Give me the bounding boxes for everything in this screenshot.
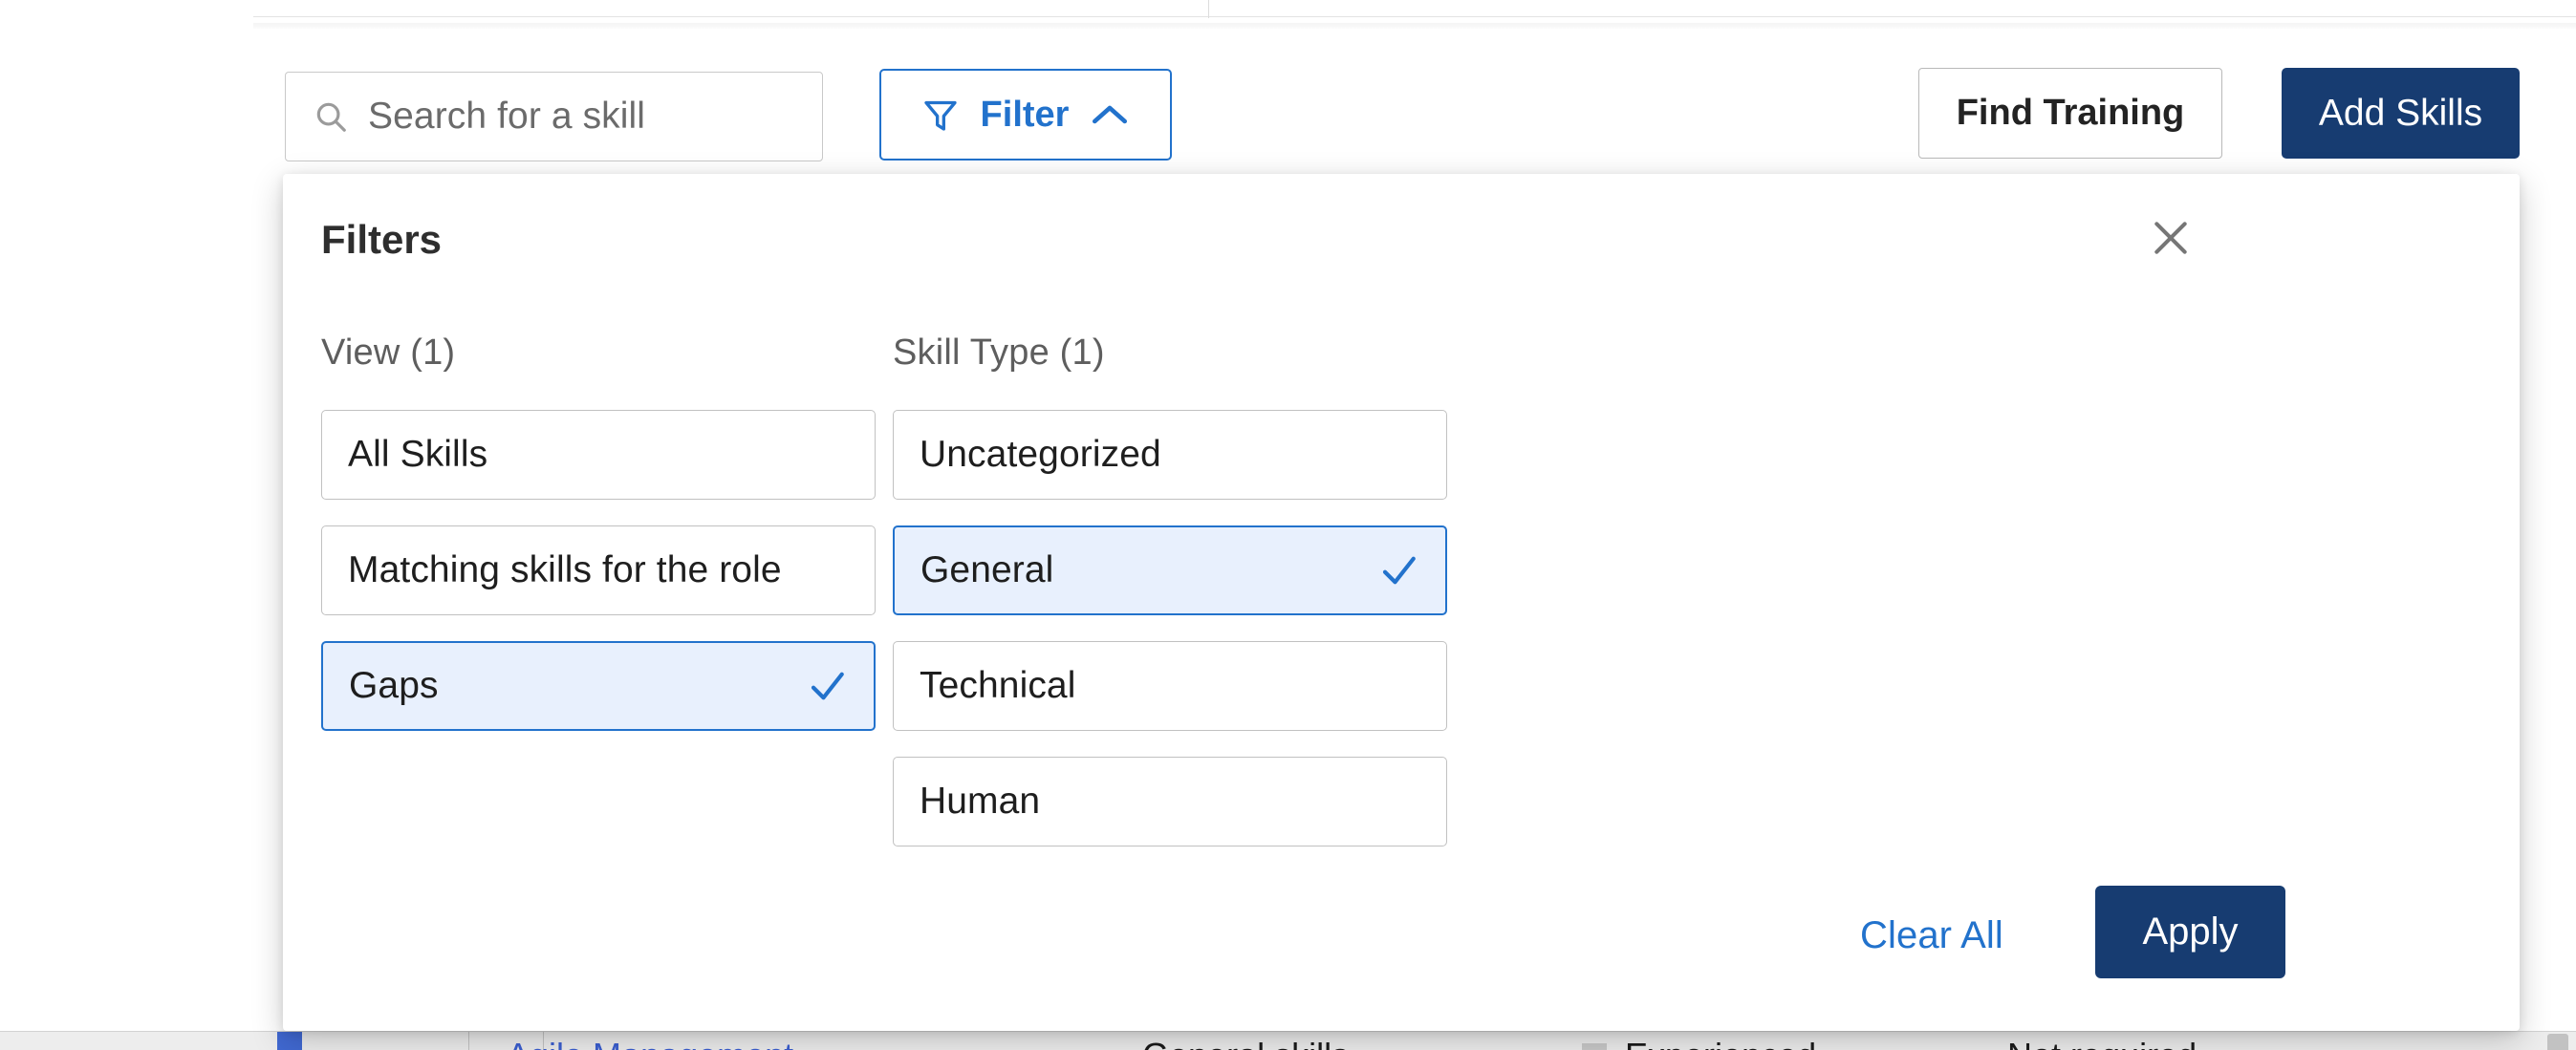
- filter-option-label: Technical: [920, 665, 1076, 706]
- search-input[interactable]: Search for a skill: [285, 72, 823, 161]
- close-panel-button[interactable]: [2142, 209, 2199, 267]
- row-checkbox[interactable]: [1582, 1043, 1607, 1050]
- filter-button-label: Filter: [980, 94, 1070, 135]
- row-status-marker: [277, 1032, 302, 1050]
- chevron-up-icon: [1090, 102, 1130, 127]
- funnel-icon: [921, 96, 960, 134]
- filter-option-label: Uncategorized: [920, 434, 1161, 475]
- skills-table-background: Agile Management General skills Experien…: [0, 1031, 2576, 1050]
- check-icon: [807, 666, 847, 706]
- clear-all-button[interactable]: Clear All: [1860, 914, 2003, 957]
- cell-skill-type: General skills: [1142, 1036, 1349, 1050]
- table-row[interactable]: Agile Management General skills Experien…: [0, 1031, 2576, 1050]
- cell-required: Not required: [2007, 1036, 2197, 1050]
- filter-option-label: Human: [920, 781, 1041, 822]
- filter-option-general[interactable]: General: [893, 525, 1447, 615]
- filter-columns: View (1) All Skills Matching skills for …: [321, 332, 1457, 872]
- toolbar: Search for a skill Filter Find Training …: [0, 0, 2576, 172]
- check-icon: [1378, 550, 1418, 590]
- filter-group-view: View (1) All Skills Matching skills for …: [321, 332, 885, 872]
- filter-option-gaps[interactable]: Gaps: [321, 641, 876, 731]
- vertical-scrollbar-thumb[interactable]: [2547, 1034, 2568, 1050]
- filter-button[interactable]: Filter: [879, 69, 1172, 161]
- filter-group-skill-type-title: Skill Type (1): [893, 332, 1105, 373]
- panel-title: Filters: [321, 217, 443, 262]
- filter-group-view-title: View (1): [321, 332, 456, 373]
- find-training-button[interactable]: Find Training: [1918, 68, 2222, 159]
- search-placeholder: Search for a skill: [368, 96, 646, 137]
- filter-option-matching-skills-for-the-role[interactable]: Matching skills for the role: [321, 525, 876, 615]
- panel-footer: Clear All Apply: [283, 840, 2520, 1031]
- filter-group-skill-type: Skill Type (1) Uncategorized General Tec…: [893, 332, 1457, 872]
- skills-filter-screen: Search for a skill Filter Find Training …: [0, 0, 2576, 1050]
- add-skills-button[interactable]: Add Skills: [2282, 68, 2520, 159]
- cell-skill-level: Experienced: [1625, 1036, 1816, 1050]
- filter-option-label: General: [920, 549, 1054, 590]
- cell-skill-name[interactable]: Agile Management: [507, 1036, 793, 1050]
- close-icon: [2150, 217, 2192, 259]
- filter-option-label: Matching skills for the role: [348, 549, 782, 590]
- apply-button[interactable]: Apply: [2095, 886, 2285, 978]
- filter-option-label: Gaps: [349, 665, 439, 706]
- filters-panel: Filters View (1) All Skills Matching ski…: [283, 174, 2520, 1031]
- column-divider: [468, 1032, 469, 1050]
- filter-option-human[interactable]: Human: [893, 757, 1447, 846]
- filter-option-technical[interactable]: Technical: [893, 641, 1447, 731]
- filter-option-all-skills[interactable]: All Skills: [321, 410, 876, 500]
- filter-option-label: All Skills: [348, 434, 488, 475]
- filter-option-uncategorized[interactable]: Uncategorized: [893, 410, 1447, 500]
- search-icon: [313, 98, 349, 135]
